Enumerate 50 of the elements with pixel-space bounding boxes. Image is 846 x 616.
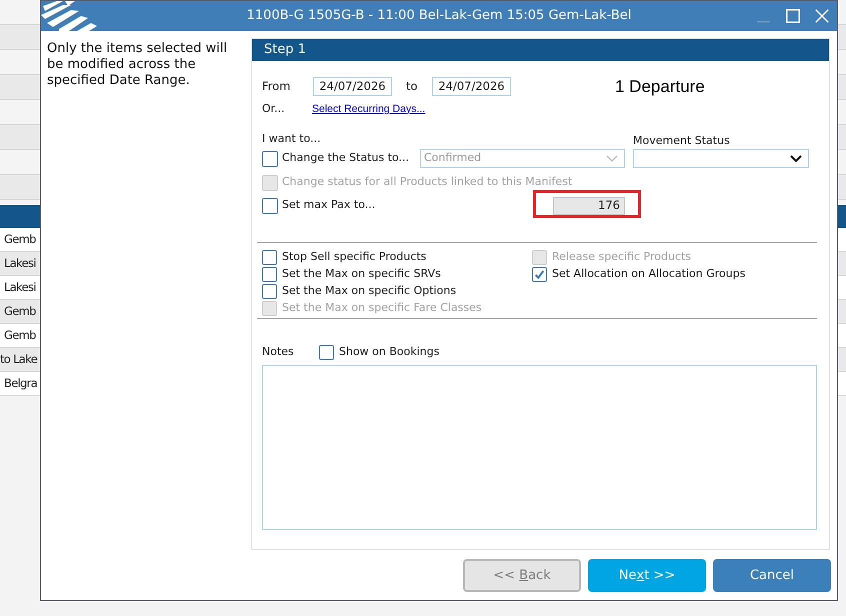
table-cell: Gemb	[0, 300, 40, 324]
date-field[interactable]: 24/07/2026	[432, 77, 511, 96]
table-cell: Lakesi	[0, 252, 40, 276]
option-label: Set the Max on specific Options	[282, 282, 456, 299]
departure-count: 1 Departure	[615, 76, 705, 98]
section-label: I want to...	[262, 132, 322, 146]
table-cell: Lakesi	[0, 276, 40, 300]
option-label: Stop Sell specific Products	[282, 248, 426, 265]
checkbox[interactable]	[262, 150, 278, 166]
chevron-down-icon	[606, 155, 618, 162]
window-title: 1100B-G 1505G-B - 11:00 Bel-Lak-Gem 15:05 Gem-Lak-Bel	[246, 7, 632, 26]
check-icon	[535, 270, 544, 278]
option-label: Change status for all Products linked to this Manifest	[282, 174, 572, 190]
table-cell: Gemb	[0, 228, 40, 252]
checkbox[interactable]	[262, 198, 278, 214]
option-label: Set the Max on specific Fare Classes	[282, 300, 482, 316]
date-field[interactable]: 24/07/2026	[313, 77, 392, 96]
recurring-days-link[interactable]: Select Recurring Days...	[312, 102, 426, 118]
table-cell: Gemb	[0, 324, 40, 348]
table-row	[0, 75, 40, 100]
notes-field[interactable]	[262, 364, 817, 530]
table-header	[0, 205, 40, 228]
option-label: Set Allocation on Allocation Groups	[552, 266, 746, 282]
maximize-icon	[786, 9, 800, 23]
table-header	[838, 205, 846, 228]
to-label: to	[406, 78, 419, 96]
table-cell: to Lake	[0, 348, 40, 372]
intro-text: Only the items selected will be modified across the specified Date Range.	[47, 41, 228, 89]
checkbox[interactable]	[262, 250, 277, 264]
checkbox[interactable]	[532, 266, 547, 282]
option-label: Set max Pax to...	[282, 197, 376, 214]
chevron-down-icon	[790, 154, 802, 162]
table-cell: Belgra	[0, 372, 40, 396]
close-icon	[814, 9, 828, 23]
table-row	[0, 125, 40, 150]
from-label: From	[262, 78, 292, 96]
notes-label: Notes	[262, 344, 295, 360]
table-row	[0, 25, 40, 50]
checkbox[interactable]	[262, 266, 277, 282]
minimize-icon	[757, 21, 770, 23]
section-label: Movement Status	[633, 134, 731, 148]
checkbox[interactable]	[262, 284, 277, 298]
or-label: Or...	[262, 101, 286, 118]
checkbox[interactable]	[319, 345, 334, 360]
cancel-button[interactable]: Cancel	[713, 559, 831, 592]
option-label: Release specific Products	[552, 248, 692, 265]
step-header: Step 1	[252, 39, 829, 61]
option-label: Change the Status to...	[282, 150, 410, 166]
option-label: Show on Bookings	[339, 344, 440, 360]
option-label: Set the Max on specific SRVs	[282, 266, 441, 282]
